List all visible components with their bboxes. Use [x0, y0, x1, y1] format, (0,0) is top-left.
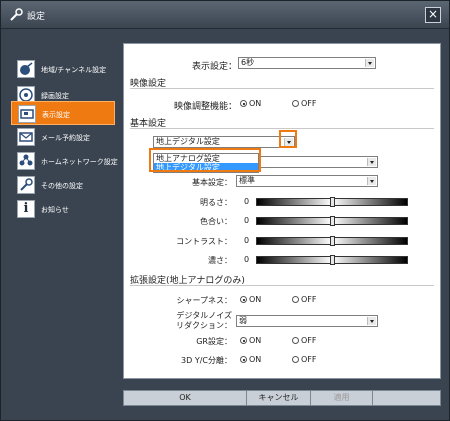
- chevron-down-icon: [367, 177, 376, 185]
- video-adjust-label: 映像調整機能：: [174, 102, 238, 112]
- sidebar-item-label: 録画設定: [41, 92, 69, 100]
- close-button[interactable]: ×: [425, 7, 441, 23]
- chevron-down-icon: [365, 59, 374, 67]
- source-select-behind[interactable]: [260, 156, 378, 168]
- gr-on-radio[interactable]: ON: [240, 336, 261, 345]
- contrast-label: コントラスト：: [176, 237, 232, 246]
- sidebar-item-label: 表示設定: [42, 111, 70, 119]
- video-adjust-on-radio[interactable]: ON: [240, 99, 261, 108]
- divider: [130, 128, 434, 129]
- chevron-down-icon: [367, 317, 376, 325]
- video-adjust-off-radio[interactable]: OFF: [292, 99, 317, 108]
- radio-unselected-icon: [292, 356, 299, 363]
- ok-button[interactable]: OK: [124, 391, 246, 405]
- highlight-dropdown-arrow: [279, 130, 297, 148]
- apply-button[interactable]: 適用: [310, 391, 372, 405]
- display-setting-select[interactable]: 6秒: [238, 57, 376, 69]
- sharpness-off-radio[interactable]: OFF: [292, 295, 317, 304]
- brightness-slider[interactable]: [256, 197, 408, 207]
- sidebar: 地域/チャンネル設定 録画設定 表示設定 メール予約設定 ホームネットワーク設定: [11, 43, 118, 413]
- saturation-label: 濃さ：: [208, 256, 232, 265]
- gr-setting-label: GR設定：: [196, 337, 232, 346]
- basic-setting-select[interactable]: 標準: [236, 175, 378, 187]
- button-bar: OK キャンセル 適用: [123, 390, 441, 406]
- monitor-icon: [18, 105, 36, 123]
- sidebar-item-display[interactable]: 表示設定: [11, 101, 115, 125]
- button-bar-spacer: [372, 391, 440, 405]
- sidebar-item-home-network[interactable]: ホームネットワーク設定: [11, 149, 118, 173]
- display-setting-label: 表示設定：: [192, 62, 238, 72]
- radio-selected-icon: [240, 356, 247, 363]
- divider: [130, 88, 434, 89]
- noise-reduction-select[interactable]: 弱: [236, 315, 378, 327]
- radio-selected-icon: [240, 296, 247, 303]
- hue-value: 0: [244, 216, 250, 225]
- sidebar-item-mail-reservation[interactable]: メール予約設定: [11, 125, 115, 149]
- radio-selected-icon: [240, 337, 247, 344]
- slider-thumb[interactable]: [330, 216, 335, 226]
- sidebar-item-label: お知らせ: [41, 206, 69, 214]
- saturation-slider[interactable]: [256, 255, 408, 265]
- gr-off-radio[interactable]: OFF: [292, 336, 317, 345]
- highlight-dropdown-options: [149, 148, 261, 172]
- noise-reduction-value: 弱: [239, 316, 247, 325]
- noise-reduction-label-line2: リダクション：: [176, 321, 232, 330]
- mail-icon: [17, 128, 35, 146]
- cancel-button[interactable]: キャンセル: [246, 391, 310, 405]
- satellite-dish-icon: [17, 60, 35, 78]
- slider-thumb[interactable]: [330, 236, 335, 246]
- slider-thumb[interactable]: [330, 197, 335, 207]
- sidebar-item-label: その他の設定: [41, 182, 83, 190]
- basic-setting-label: 基本設定：: [192, 178, 232, 187]
- sharpness-label: シャープネス：: [176, 296, 232, 305]
- wrench-icon: [10, 8, 23, 21]
- chevron-down-icon: [367, 158, 376, 166]
- source-select[interactable]: 地上デジタル設定: [153, 136, 295, 148]
- sharpness-on-radio[interactable]: ON: [240, 295, 261, 304]
- saturation-value: 0: [244, 255, 250, 264]
- yc-on-radio[interactable]: ON: [240, 355, 261, 364]
- settings-window: 設定 × 地域/チャンネル設定 録画設定 表示設定 メール予約設定 ホームネット…: [0, 0, 450, 421]
- radio-unselected-icon: [292, 100, 299, 107]
- hue-slider[interactable]: [256, 216, 408, 226]
- source-select-value: 地上デジタル設定: [156, 137, 220, 146]
- contrast-value: 0: [244, 236, 250, 245]
- window-title: 設定: [27, 12, 46, 22]
- brightness-value: 0: [244, 197, 250, 206]
- radio-unselected-icon: [292, 337, 299, 344]
- sidebar-item-notices[interactable]: i お知らせ: [11, 197, 115, 221]
- sidebar-item-region-channel[interactable]: 地域/チャンネル設定: [11, 57, 115, 81]
- basic-setting-value: 標準: [239, 176, 255, 185]
- divider: [130, 285, 434, 286]
- slider-thumb[interactable]: [330, 255, 335, 265]
- settings-panel: 表示設定： 6秒 映像設定 映像調整機能： ON OFF 基本設定 地上デジタル…: [123, 43, 441, 379]
- network-icon: [17, 152, 35, 170]
- yc-separation-label: 3D Y/C分離：: [181, 356, 232, 365]
- sidebar-item-label: メール予約設定: [41, 134, 90, 142]
- brightness-label: 明るさ：: [200, 198, 232, 207]
- contrast-slider[interactable]: [256, 236, 408, 246]
- radio-selected-icon: [240, 100, 247, 107]
- radio-unselected-icon: [292, 296, 299, 303]
- sidebar-item-other[interactable]: その他の設定: [11, 173, 115, 197]
- yc-off-radio[interactable]: OFF: [292, 355, 317, 364]
- wrench-icon: [17, 176, 35, 194]
- display-setting-value: 6秒: [241, 58, 255, 67]
- sidebar-item-label: ホームネットワーク設定: [41, 158, 118, 166]
- hue-label: 色合い：: [200, 217, 232, 226]
- title-bar: 設定 ×: [1, 1, 449, 29]
- sidebar-item-label: 地域/チャンネル設定: [41, 66, 107, 74]
- info-icon: i: [17, 200, 35, 218]
